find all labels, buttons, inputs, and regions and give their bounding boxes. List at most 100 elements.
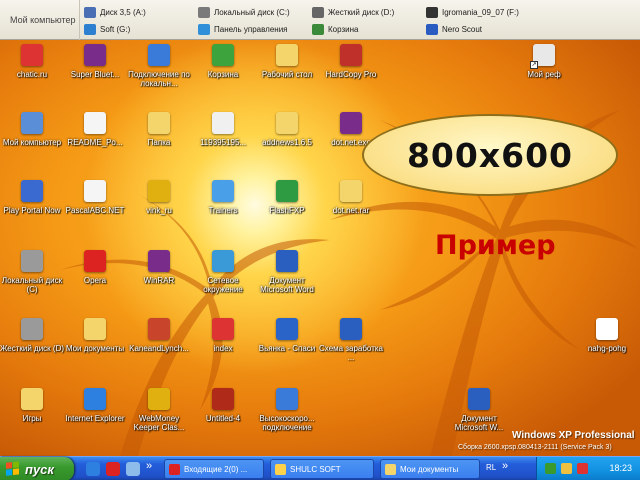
show-desktop-icon[interactable]	[126, 462, 140, 476]
control-panel-link[interactable]: Панель управления	[198, 21, 288, 37]
zip-folder-icon	[276, 112, 298, 134]
desktop-icon-my-ref[interactable]: ↗ Мой реф	[511, 44, 577, 79]
desktop-icon-trainers[interactable]: Trainers	[190, 180, 256, 215]
desktop-icon-desktop-folder[interactable]: Рабочий стол	[254, 44, 320, 79]
quick-launch-chevron[interactable]: »	[146, 460, 152, 472]
desktop-icon-word-document-2[interactable]: Документ Microsoft W...	[446, 388, 512, 432]
desktop-icon-untitled-4[interactable]: Untitled-4	[190, 388, 256, 423]
resolution-text: 800x600	[406, 135, 574, 175]
cd-icon	[426, 6, 438, 18]
desktop-icon-play-portal[interactable]: Play Portal Now	[0, 180, 65, 215]
games-folder-icon	[21, 388, 43, 410]
desktop-icon-hard-disk-d[interactable]: Жесткий диск (D)	[0, 318, 65, 353]
drive-icon	[21, 250, 43, 272]
shortcut-arrow-icon: ↗	[530, 61, 538, 69]
word-document-icon	[276, 250, 298, 272]
task-my-documents[interactable]: Мои документы	[380, 459, 480, 479]
desktop-icon-lan-connection[interactable]: Подключение по локальн...	[126, 44, 192, 88]
word-document-icon	[468, 388, 490, 410]
desktop-icon-119395195[interactable]: 119395195...	[190, 112, 256, 147]
antivirus-icon[interactable]	[577, 463, 588, 474]
speaker-icon[interactable]	[561, 463, 572, 474]
fireworks-icon	[212, 388, 234, 410]
nero-scout-link[interactable]: Nero Scout	[426, 21, 482, 37]
desktop-icon-nahg-pohg[interactable]: nahg-pohg	[574, 318, 640, 353]
desktop-icon-media-file[interactable]: Вьянка - Спаси	[254, 318, 320, 353]
tray-app-icon[interactable]	[545, 463, 556, 474]
winrar-icon	[340, 112, 362, 134]
drive-a-link[interactable]: Диск 3,5 (A:)	[84, 4, 146, 20]
winrar-icon	[84, 44, 106, 66]
my-documents-icon	[84, 318, 106, 340]
desktop-icon-hardcopy-pro[interactable]: HardCopy Pro	[318, 44, 384, 79]
desktop-icon-earning-scheme[interactable]: Схема заработка ...	[318, 318, 384, 362]
folder-icon	[276, 44, 298, 66]
folder-icon	[148, 112, 170, 134]
desktop-icon-winrar[interactable]: WinRAR	[126, 250, 192, 285]
desktop-icon-webmoney[interactable]: WebMoney Keeper Clas...	[126, 388, 192, 432]
opera-icon	[169, 463, 180, 475]
opera-icon[interactable]	[106, 462, 120, 476]
text-document-icon	[84, 112, 106, 134]
desktop-icon-chatic[interactable]: chatic.ru	[0, 44, 65, 79]
task-shulc-soft[interactable]: SHULC SOFT	[270, 459, 374, 479]
desktop-icon-opera[interactable]: Opera	[62, 250, 128, 285]
drive-icon	[198, 6, 210, 18]
internet-explorer-icon	[84, 388, 106, 410]
network-connection-icon	[276, 388, 298, 410]
os-branding: Windows XP Professional	[512, 430, 635, 441]
clock[interactable]: 18:23	[609, 463, 632, 473]
task-inbox[interactable]: Входящие 2(0) ...	[164, 459, 264, 479]
globe-icon	[212, 180, 234, 202]
windows-logo-icon	[6, 461, 20, 476]
language-indicator[interactable]: RL	[486, 463, 496, 472]
recycle-bin-icon	[312, 23, 324, 35]
desktop-icon-addnews[interactable]: addnews1.6.5	[254, 112, 320, 147]
desktop-icon-recycle-bin[interactable]: Корзина	[190, 44, 256, 79]
drive-toolbar: Мой компьютер Диск 3,5 (A:) Soft (G:) Ло…	[0, 0, 640, 40]
internet-explorer-icon[interactable]	[86, 462, 100, 476]
example-caption: Пример	[435, 230, 556, 261]
desktop-icon-my-documents[interactable]: Мои документы	[62, 318, 128, 353]
desktop-icon-index[interactable]: index	[190, 318, 256, 353]
desktop-icon-my-computer[interactable]: Мой компьютер	[0, 112, 65, 147]
desktop-icon-network-places[interactable]: Сетевое окружение	[190, 250, 256, 294]
resolution-callout: 800x600	[362, 114, 618, 196]
desktop-icon-broadband-connection[interactable]: Высокоскоро... подключение	[254, 388, 320, 432]
desktop-icon-word-document[interactable]: Документ Microsoft Word	[254, 250, 320, 294]
desktop-icon-pascalabc[interactable]: PascalABC.NET	[62, 180, 128, 215]
desktop-icon-dotnet-rar[interactable]: dot.net.rar	[318, 180, 384, 215]
desktop-icon-internet-explorer[interactable]: Internet Explorer	[62, 388, 128, 423]
window-icon	[275, 463, 286, 475]
desktop-icon-vink[interactable]: vink_ru	[126, 180, 192, 215]
network-icon	[212, 250, 234, 272]
desktop-icon-kane-lynch[interactable]: KaneandLynch...	[126, 318, 192, 353]
desktop-icon-local-disk-c[interactable]: Локальный диск (C)	[0, 250, 65, 294]
drive-g-link[interactable]: Soft (G:)	[84, 21, 130, 37]
flashfxp-icon	[276, 180, 298, 202]
taskbar: пуск » Входящие 2(0) ... SHULC SOFT Мои …	[0, 456, 640, 480]
computer-icon	[21, 112, 43, 134]
desktop-icon-readme[interactable]: README_Po...	[62, 112, 128, 147]
drive-icon	[312, 6, 324, 18]
opera-icon	[84, 250, 106, 272]
drive-c-link[interactable]: Локальный диск (C:)	[198, 4, 290, 20]
start-button[interactable]: пуск	[0, 457, 74, 480]
game-icon	[148, 318, 170, 340]
my-computer-title[interactable]: Мой компьютер	[0, 0, 80, 40]
drive-d-link[interactable]: Жесткий диск (D:)	[312, 4, 394, 20]
play-portal-icon	[21, 180, 43, 202]
taskbar-chevron[interactable]: »	[502, 460, 508, 472]
desktop-icon-folder[interactable]: Папка	[126, 112, 192, 147]
hand-cursor-icon	[596, 318, 618, 340]
nero-icon	[426, 23, 438, 35]
desktop-icon-super-bluetooth[interactable]: Super Bluet...	[62, 44, 128, 79]
desktop-icon-games[interactable]: Игры	[0, 388, 65, 423]
drive-icon	[21, 318, 43, 340]
recycle-bin-link[interactable]: Корзина	[312, 21, 358, 37]
folder-icon	[385, 463, 396, 475]
drive-f-link[interactable]: Igromania_09_07 (F:)	[426, 4, 519, 20]
desktop-icon-flashfxp[interactable]: FlashFXP	[254, 180, 320, 215]
system-tray: 18:23	[536, 457, 640, 480]
drive-icon	[84, 23, 96, 35]
